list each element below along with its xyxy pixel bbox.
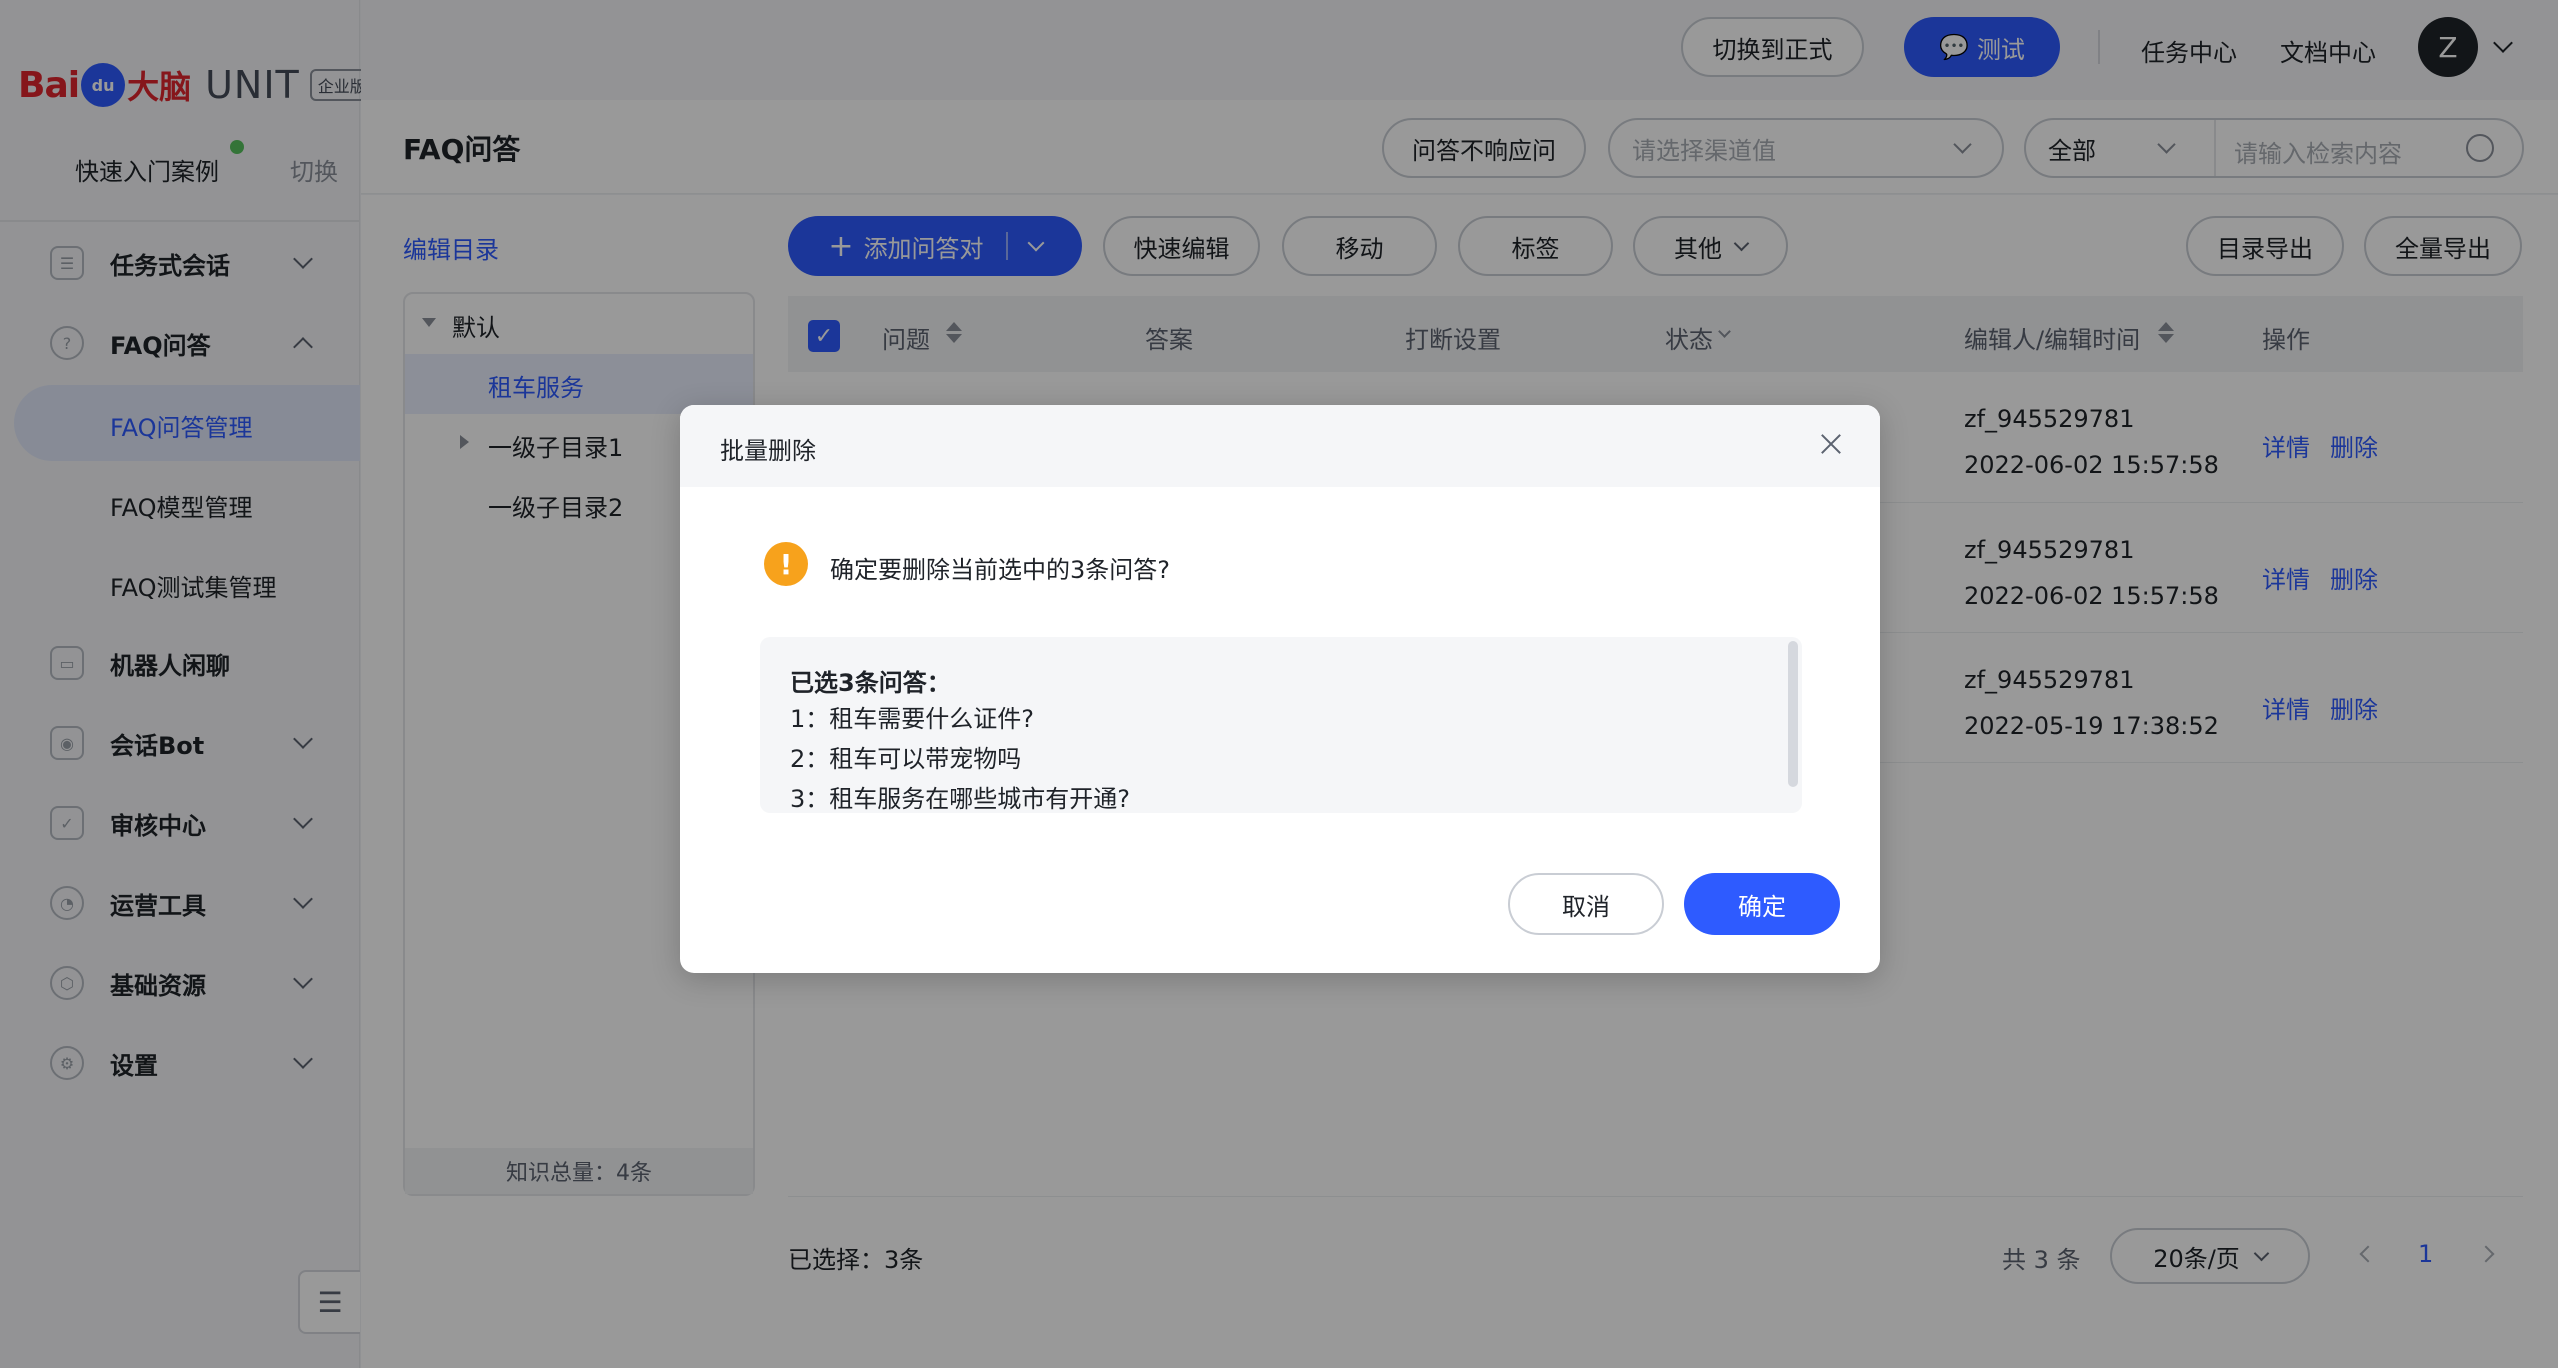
close-icon[interactable] <box>1816 429 1846 459</box>
confirm-button[interactable]: 确定 <box>1684 873 1840 935</box>
selected-list-title: 已选3条问答： <box>790 669 951 697</box>
selected-list-box[interactable]: 已选3条问答： 1：租车需要什么证件? 2：租车可以带宠物吗 3：租车服务在哪些… <box>760 637 1802 813</box>
dialog-message: 确定要删除当前选中的3条问答? <box>830 556 1171 584</box>
list-item: 1：租车需要什么证件? <box>790 705 1035 733</box>
cancel-button[interactable]: 取消 <box>1508 873 1664 935</box>
dialog-title: 批量删除 <box>720 437 816 465</box>
warning-icon: ! <box>764 542 808 586</box>
batch-delete-dialog: 批量删除 ! 确定要删除当前选中的3条问答? 已选3条问答： 1：租车需要什么证… <box>680 405 1880 973</box>
dialog-header <box>680 405 1880 487</box>
list-item: 2：租车可以带宠物吗 <box>790 745 1022 773</box>
scrollbar[interactable] <box>1788 641 1798 787</box>
list-item: 3：租车服务在哪些城市有开通? <box>790 785 1131 813</box>
